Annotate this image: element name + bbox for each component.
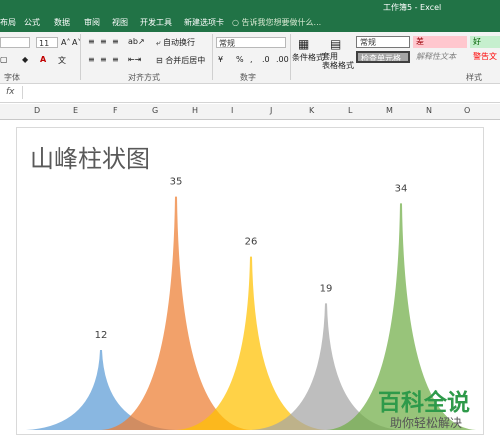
group-styles-label: 样式 — [466, 73, 482, 82]
align-middle-icon[interactable]: ≡ — [100, 37, 107, 46]
column-header[interactable]: E — [73, 106, 78, 115]
wrap-text-label: 自动换行 — [163, 38, 196, 47]
column-header[interactable]: L — [348, 106, 352, 115]
table-format-button[interactable]: 套用 表格格式 — [322, 52, 354, 70]
wrap-text-icon: ⤶ — [156, 38, 161, 47]
font-size-box[interactable]: 11 — [36, 37, 58, 48]
merge-center-label: 合并后居中 — [165, 56, 206, 65]
tab-new[interactable]: 新建选项卡 — [184, 17, 224, 28]
ribbon-tab-bar: 布局 公式 数据 审阅 视图 开发工具 新建选项卡 ○ 告诉我您想要做什么... — [0, 14, 500, 32]
column-header[interactable]: D — [34, 106, 40, 115]
column-header[interactable]: K — [309, 106, 314, 115]
group-alignment-label: 对齐方式 — [128, 73, 160, 82]
table-format-icon: ▤ — [330, 37, 342, 51]
watermark-title: 百科全说 — [378, 390, 470, 416]
align-bottom-icon[interactable]: ≡ — [112, 37, 119, 46]
formula-input[interactable] — [22, 86, 500, 99]
comma-button[interactable]: , — [250, 55, 253, 64]
style-normal[interactable]: 常规 — [356, 36, 410, 48]
border-icon[interactable]: ▢ — [0, 55, 8, 64]
number-format-value: 常规 — [219, 39, 235, 48]
align-center-icon[interactable]: ≡ — [100, 55, 107, 64]
align-top-icon[interactable]: ≡ — [88, 37, 95, 46]
currency-icon[interactable]: ¥ — [218, 55, 223, 64]
indent-icon[interactable]: ⇤⇥ — [128, 55, 141, 64]
divider — [80, 34, 81, 80]
tab-data[interactable]: 数据 — [54, 17, 70, 28]
merge-center-button[interactable]: ⊟ 合并后居中 — [156, 55, 205, 66]
column-header[interactable]: N — [426, 106, 432, 115]
group-font-label: 字体 — [4, 73, 20, 82]
group-number-label: 数字 — [240, 73, 256, 82]
style-explanatory[interactable]: 解释性文本 — [413, 51, 467, 63]
title-bar: 工作簿5 - Excel — [0, 0, 500, 14]
style-warning[interactable]: 警告文 — [470, 51, 500, 63]
font-color-icon[interactable]: A — [40, 55, 46, 64]
decrease-decimal-icon[interactable]: .00 — [276, 55, 289, 64]
percent-button[interactable]: % — [236, 55, 244, 64]
column-header[interactable]: J — [270, 106, 272, 115]
fx-icon[interactable]: fx — [6, 87, 15, 97]
style-good[interactable]: 好 — [470, 36, 500, 48]
increase-decimal-icon[interactable]: .0 — [262, 55, 270, 64]
number-format-dropdown[interactable]: 常规 — [216, 37, 286, 48]
tab-layout[interactable]: 布局 — [0, 17, 16, 28]
style-check-cell[interactable]: 检查单元格 — [356, 51, 410, 63]
conditional-format-icon: ▦ — [298, 37, 310, 51]
align-right-icon[interactable]: ≡ — [112, 55, 119, 64]
style-bad[interactable]: 差 — [413, 36, 467, 48]
align-left-icon[interactable]: ≡ — [88, 55, 95, 64]
phonetic-icon[interactable]: 文 — [58, 55, 66, 66]
column-header[interactable]: H — [192, 106, 198, 115]
font-size-value: 11 — [39, 39, 50, 48]
column-header[interactable]: G — [152, 106, 158, 115]
fill-color-icon[interactable]: ◆ — [22, 55, 28, 64]
column-header[interactable]: M — [386, 106, 393, 115]
font-name-box[interactable] — [0, 37, 30, 48]
tab-formulas[interactable]: 公式 — [24, 17, 40, 28]
merge-icon: ⊟ — [156, 56, 163, 65]
tab-review[interactable]: 审阅 — [84, 17, 100, 28]
orientation-icon[interactable]: ab↗ — [128, 37, 145, 46]
tell-me-search[interactable]: ○ 告诉我您想要做什么... — [232, 17, 321, 28]
conditional-format-button[interactable]: 条件格式 — [292, 52, 324, 63]
chart-title[interactable]: 山峰柱状图 — [30, 139, 150, 174]
column-header[interactable]: F — [113, 106, 118, 115]
formula-bar: fx — [0, 84, 500, 103]
tell-me-placeholder: 告诉我您想要做什么... — [241, 18, 322, 27]
watermark-subtitle: 助你轻松解决 — [390, 416, 463, 430]
divider — [290, 34, 291, 80]
window-title: 工作簿5 - Excel — [383, 3, 442, 12]
column-header[interactable]: I — [231, 106, 233, 115]
column-header[interactable]: O — [464, 106, 470, 115]
column-header-row: D E F G H I J K L M N O — [0, 104, 500, 120]
tab-view[interactable]: 视图 — [112, 17, 128, 28]
divider — [212, 34, 213, 80]
tab-developer[interactable]: 开发工具 — [140, 17, 172, 28]
wrap-text-button[interactable]: ⤶ 自动换行 — [156, 37, 195, 48]
grow-font-icon[interactable]: A˄ — [61, 38, 70, 47]
lightbulb-icon: ○ — [232, 18, 239, 27]
